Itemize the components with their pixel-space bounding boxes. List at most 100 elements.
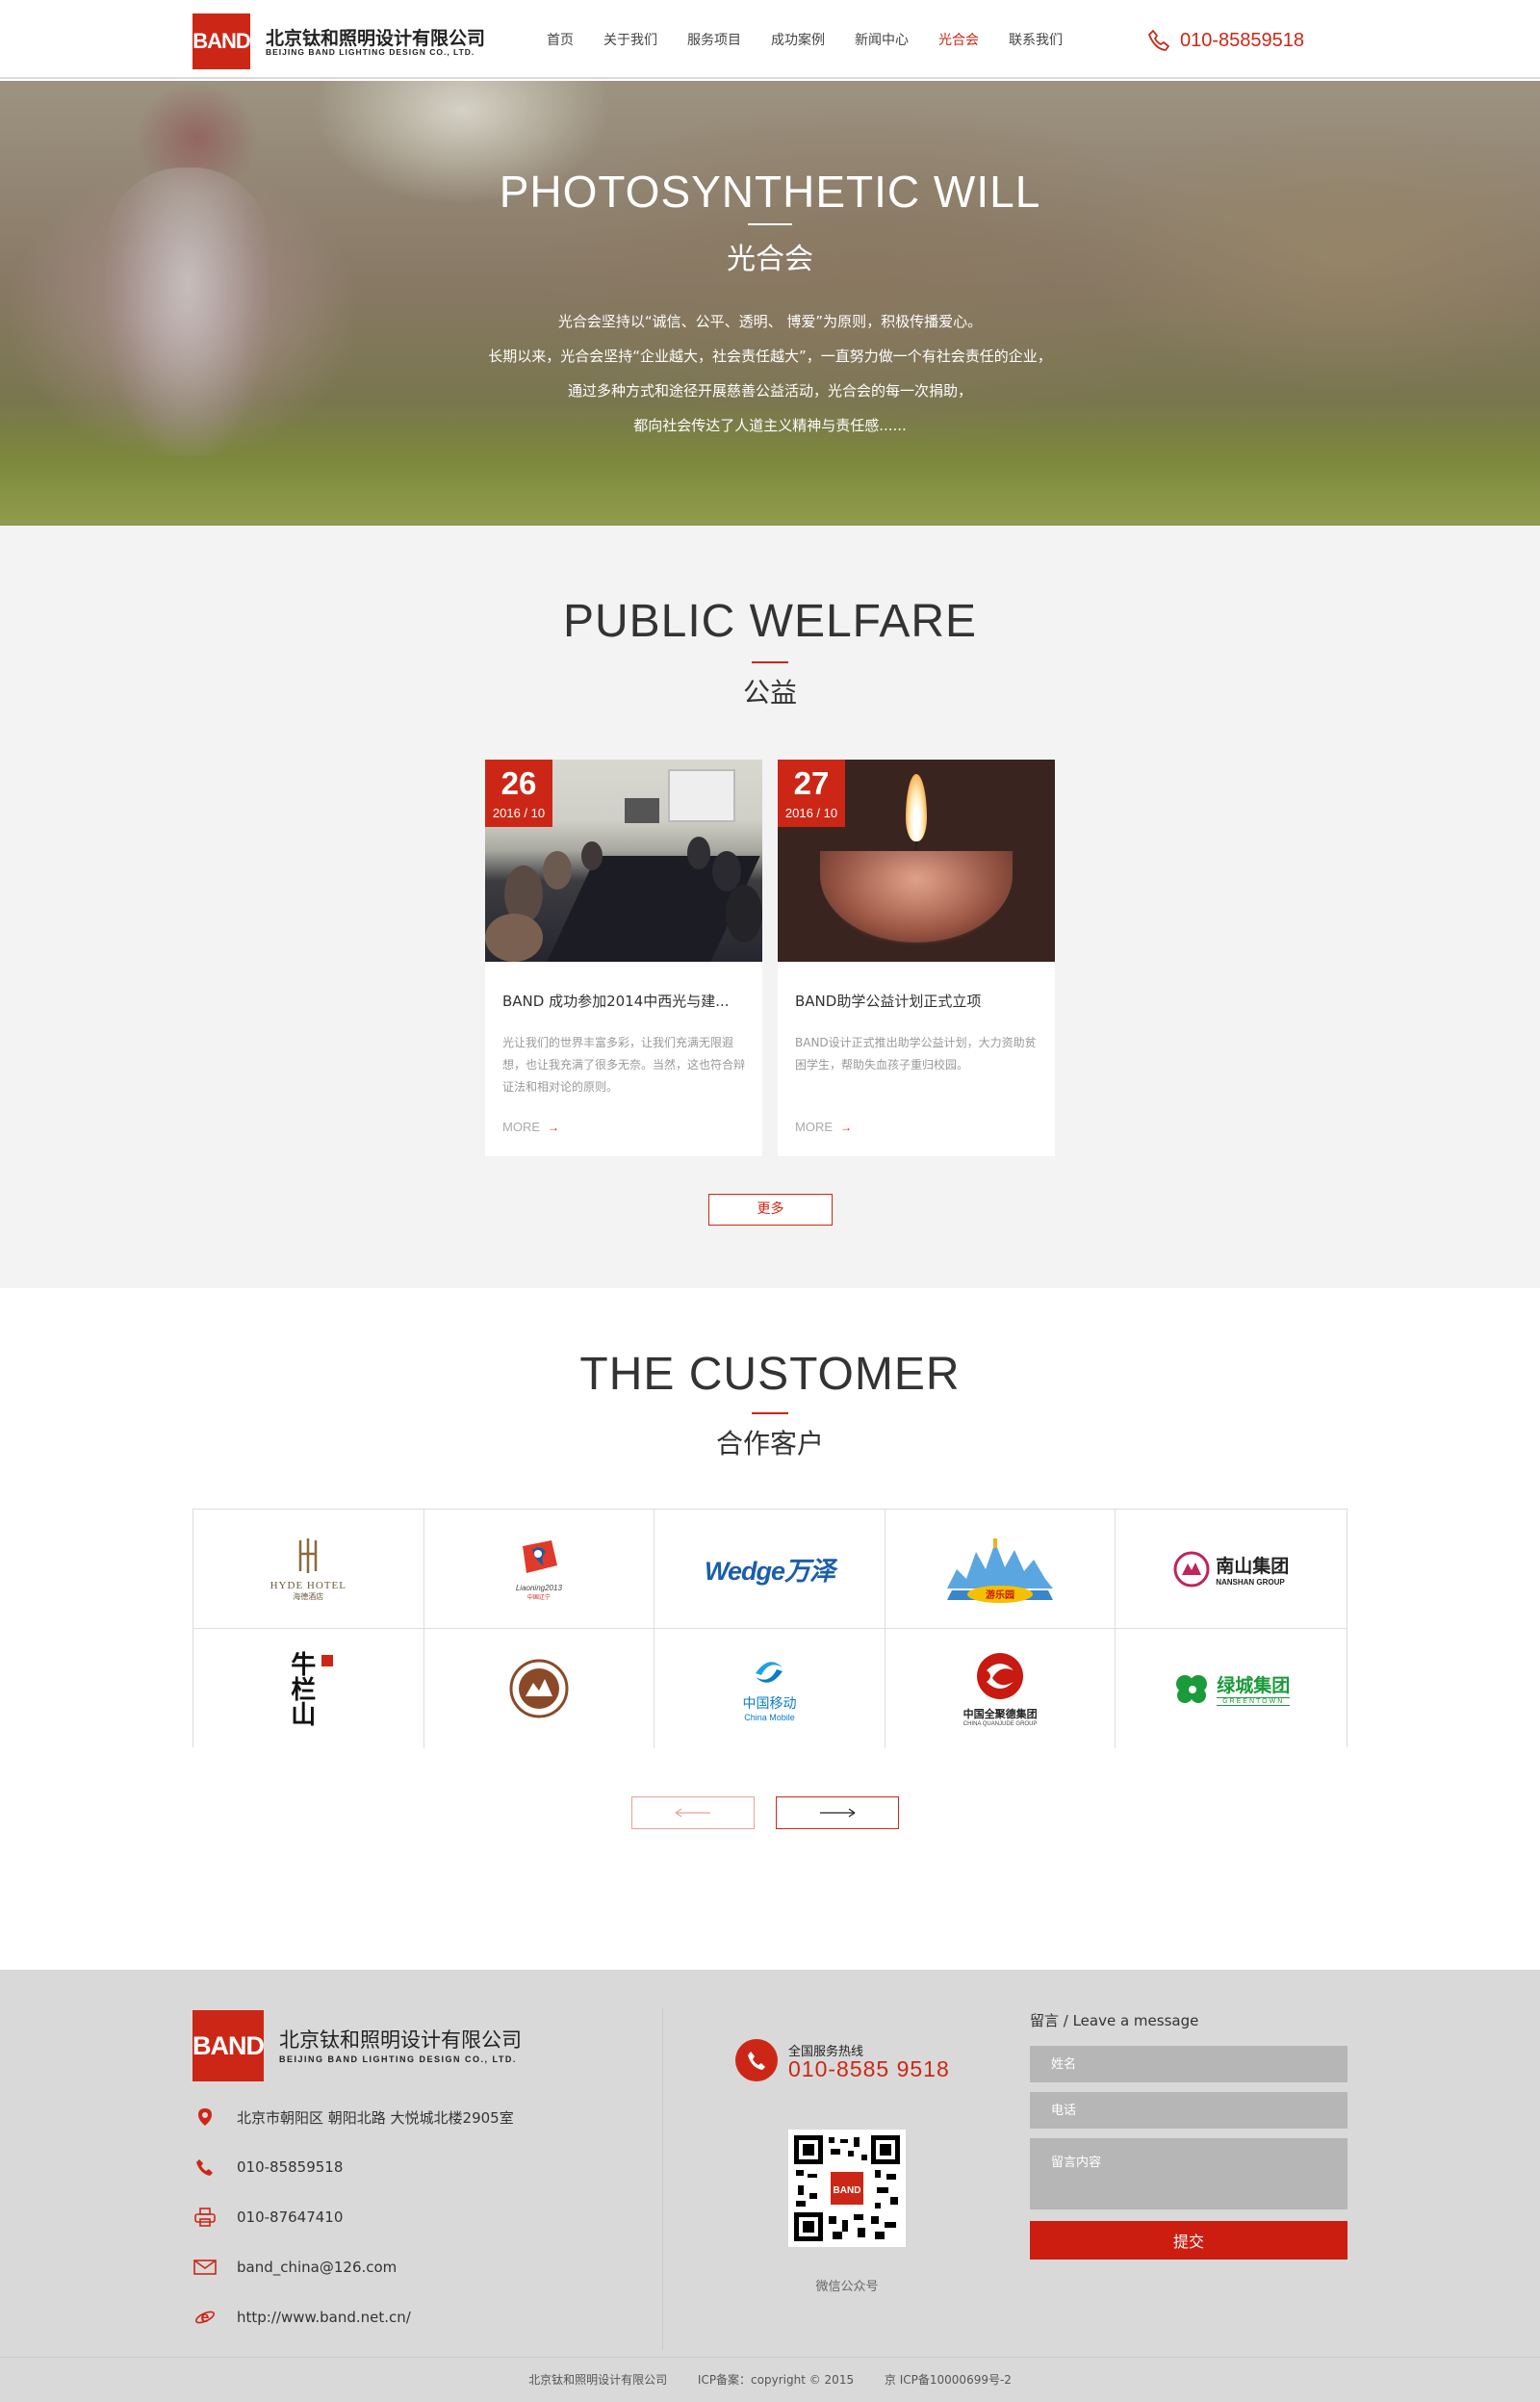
customer-subtitle: 合作客户 [715, 1428, 824, 1459]
logo-hyde-hotel[interactable]: HYDE HOTEL 海德酒店 [193, 1510, 424, 1629]
china-mobile-icon [756, 1661, 783, 1683]
nav-cases[interactable]: 成功案例 [771, 30, 825, 49]
nav-contact[interactable]: 联系我们 [1009, 30, 1063, 49]
nanshan-mark: 南山集团 NANSHAN GROUP [1173, 1551, 1289, 1588]
date-badge: 27 2016 / 10 [778, 760, 845, 827]
company-name-cn: 北京钛和照明设计有限公司 [266, 28, 486, 49]
round-seal-icon [509, 1659, 569, 1718]
quanjude-mark: 中国全聚德集团 CHINA QUANJUDE GROUP [963, 1651, 1038, 1727]
hyde-en: HYDE HOTEL [270, 1579, 346, 1591]
niulanshan-mark: 牛栏山 [284, 1651, 333, 1726]
window-shape [668, 769, 735, 822]
logo-liaoning-2013[interactable]: Liaoning2013 中国辽宁 [424, 1510, 655, 1629]
brand-logo[interactable]: BAND [192, 13, 251, 69]
nav-about[interactable]: 关于我们 [603, 30, 657, 49]
email-text[interactable]: band_china@126.com [237, 2259, 397, 2276]
submit-button[interactable]: 提交 [1030, 2221, 1348, 2260]
greentown-text: 绿城集团 GREENTOWN [1217, 1671, 1291, 1706]
customer-title: THE CUSTOMER [579, 1349, 961, 1400]
hero-line-3: 通过多种方式和途径开展慈善公益活动，光合会的每一次捐助， [567, 382, 972, 400]
logo-niulanshan[interactable]: 牛栏山 [193, 1629, 424, 1748]
qr-logo-text: BAND [834, 2185, 861, 2196]
prev-button[interactable] [631, 1796, 755, 1829]
liaoning-mark: Liaoning2013 中国辽宁 [515, 1537, 563, 1601]
person-shape [485, 914, 543, 962]
china-mobile-en: China Mobile [744, 1712, 795, 1722]
park-text: 游乐园 [986, 1588, 1014, 1601]
logo-round-seal[interactable] [424, 1629, 655, 1748]
hotline-phone-icon [735, 2039, 778, 2081]
hero-line-4: 都向社会传达了人道主义精神与责任感...... [633, 417, 907, 434]
welfare-title: PUBLIC WELFARE [562, 596, 978, 647]
welfare-divider [752, 661, 788, 663]
message-field[interactable] [1030, 2138, 1348, 2209]
person-shape [543, 851, 572, 890]
hero-title: PHOTOSYNTHETIC WILL [499, 167, 1041, 217]
liaoning-text: Liaoning2013 [515, 1584, 562, 1592]
more-label: MORE [502, 1120, 540, 1134]
wedge-wordmark: Wedge万泽 [704, 1557, 835, 1586]
footer-fax: 010-87647410 [192, 2205, 343, 2230]
footer-logo[interactable]: BAND [192, 2010, 265, 2081]
logo-wedge[interactable]: Wedge万泽 [654, 1510, 886, 1629]
more-label: MORE [795, 1120, 833, 1134]
logo-china-mobile[interactable]: 中国移动 China Mobile [654, 1629, 886, 1748]
arrow-right-icon [820, 1808, 856, 1818]
next-button[interactable] [776, 1796, 899, 1829]
card-title[interactable]: BAND 成功参加2014中西光与建... [502, 991, 745, 1011]
seal-icon [321, 1655, 333, 1666]
phone-text[interactable]: 010-85859518 [237, 2158, 343, 2176]
date-badge: 26 2016 / 10 [485, 760, 552, 827]
wechat-qr-code: BAND [788, 2130, 906, 2247]
date-year-month: 2016 / 10 [784, 806, 838, 820]
china-mobile-cn: 中国移动 [742, 1695, 797, 1712]
hotline-number[interactable]: 010-85859518 [1180, 30, 1304, 52]
copyright-bar: 北京钛和照明设计有限公司 ICP备案：copyright © 2015 京 IC… [0, 2357, 1540, 2402]
logo-quanjude[interactable]: 中国全聚德集团 CHINA QUANJUDE GROUP [885, 1629, 1116, 1748]
main-nav: 首页 关于我们 服务项目 成功案例 新闻中心 光合会 联系我们 [547, 0, 1092, 79]
logo-theme-park[interactable]: 游乐园 [885, 1510, 1116, 1629]
address-text: 北京市朝阳区 朝阳北路 大悦城北楼2905室 [237, 2108, 514, 2127]
card-description: 光让我们的世界丰富多彩，让我们充满无限遐想，也让我充满了很多无奈。当然，这也符合… [502, 1036, 746, 1094]
quanjude-en: CHINA QUANJUDE GROUP [962, 1720, 1038, 1727]
nanshan-emblem-icon [1173, 1551, 1210, 1587]
logo-greentown[interactable]: 绿城集团 GREENTOWN [1116, 1629, 1347, 1748]
copyright-icp: ICP备案：copyright © 2015 [697, 2373, 855, 2387]
name-field[interactable] [1030, 2046, 1348, 2082]
more-button[interactable]: 更多 [708, 1194, 833, 1226]
hyde-cn: 海德酒店 [293, 1591, 324, 1601]
nav-services[interactable]: 服务项目 [687, 30, 741, 49]
news-card[interactable]: 26 2016 / 10 BAND 成功参加2014中西光与建... 光让我们的… [485, 760, 762, 1156]
customer-section: THE CUSTOMER 合作客户 HYDE HOTEL 海德酒店 Liaoni… [0, 1288, 1540, 1970]
phone-icon [192, 2155, 218, 2180]
card-more-link[interactable]: MORE → [502, 1120, 559, 1134]
website-text[interactable]: http://www.band.net.cn/ [237, 2309, 411, 2326]
person-shape [687, 837, 710, 869]
candle-flame [906, 774, 927, 841]
person-shape [581, 841, 603, 870]
hero-banner: PHOTOSYNTHETIC WILL 光合会 光合会坚持以“诚信、公平、透明、… [0, 81, 1540, 526]
quanjude-cn: 中国全聚德集团 [962, 1707, 1038, 1720]
news-card[interactable]: 27 2016 / 10 BAND助学公益计划正式立项 BAND设计正式推出助学… [778, 760, 1055, 1156]
copyright-icp-number[interactable]: 京 ICP备10000699号-2 [885, 2373, 1012, 2387]
hotline-number[interactable]: 010-8585 9518 [788, 2056, 950, 2082]
site-footer: BAND 北京钛和照明设计有限公司 BEIJING BAND LIGHTING … [0, 1970, 1540, 2357]
card-title[interactable]: BAND助学公益计划正式立项 [795, 991, 1038, 1011]
hyde-crest-icon [299, 1537, 318, 1573]
logo-nanshan-group[interactable]: 南山集团 NANSHAN GROUP [1116, 1510, 1347, 1629]
niulanshan-calligraphy: 牛栏山 [286, 1651, 316, 1726]
phone-field[interactable] [1030, 2092, 1348, 2129]
fax-text: 010-87647410 [237, 2208, 344, 2226]
nav-news[interactable]: 新闻中心 [855, 30, 909, 49]
message-title: 留言 / Leave a message [1030, 2012, 1199, 2029]
liaoning-emblem-icon [522, 1540, 557, 1573]
card-more-link[interactable]: MORE → [795, 1120, 852, 1134]
welfare-subtitle: 公益 [742, 677, 797, 709]
nav-photosynthetic[interactable]: 光合会 [938, 30, 979, 49]
location-icon [192, 2105, 218, 2130]
qr-label: 微信公众号 [815, 2280, 879, 2294]
footer-divider [662, 2008, 663, 2350]
greentown-cn: 绿城集团 [1217, 1675, 1291, 1696]
arrow-right-icon: → [840, 1120, 852, 1134]
nav-home[interactable]: 首页 [547, 30, 574, 49]
